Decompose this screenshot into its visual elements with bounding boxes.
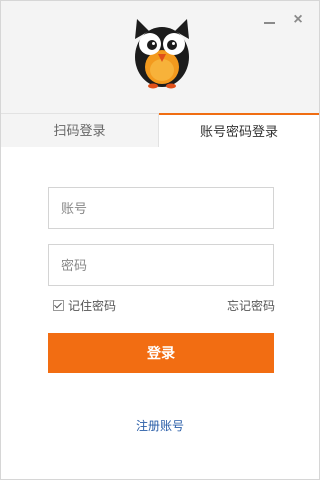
forgot-password-link[interactable]: 忘记密码 — [227, 297, 275, 314]
minimize-button[interactable] — [261, 11, 279, 29]
register-link[interactable]: 注册账号 — [1, 417, 319, 434]
login-button[interactable]: 登录 — [48, 333, 274, 373]
username-field — [48, 187, 274, 229]
remember-label: 记住密码 — [68, 298, 117, 313]
login-tabs: 扫码登录 账号密码登录 — [1, 113, 319, 147]
login-window: × 扫码登录 账号密码登录 账号 记住密码 忘记密码 登录 注册账号 — [0, 0, 320, 480]
remember-checkbox[interactable] — [53, 299, 64, 311]
header: × — [1, 1, 319, 113]
owl-logo-icon — [135, 19, 189, 89]
password-field — [48, 244, 274, 286]
tab-account-login[interactable]: 账号密码登录 — [159, 113, 319, 147]
remember-password[interactable]: 记住密码 — [53, 297, 116, 313]
close-button[interactable]: × — [289, 11, 307, 29]
password-input[interactable] — [49, 245, 261, 285]
tab-qr-login[interactable]: 扫码登录 — [1, 113, 159, 147]
username-input[interactable] — [49, 188, 261, 228]
